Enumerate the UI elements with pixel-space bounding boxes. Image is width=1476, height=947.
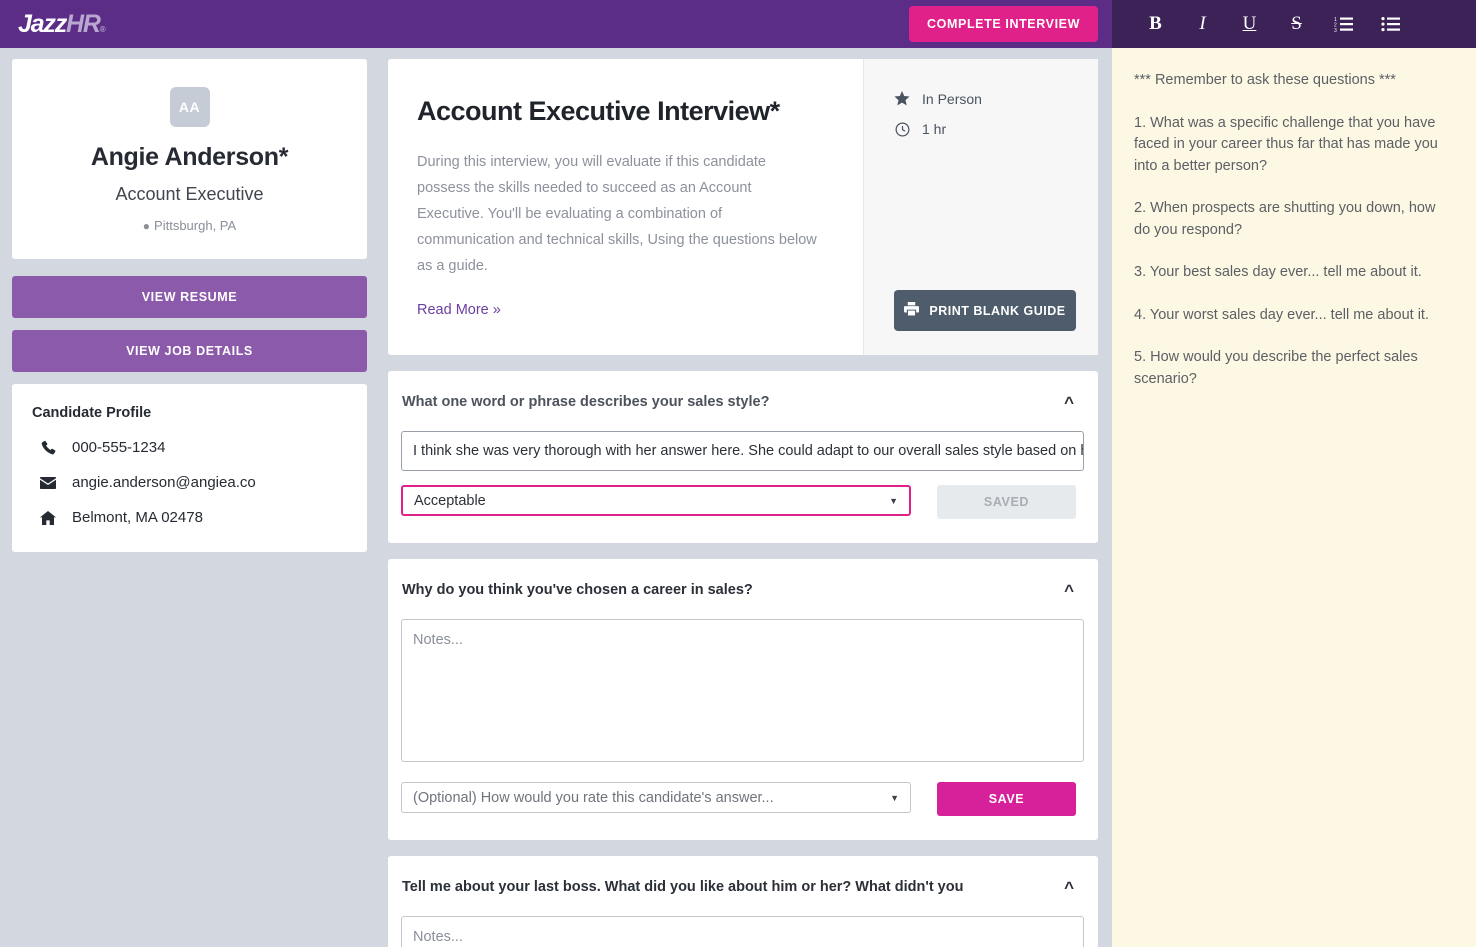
numbered-list-icon[interactable]: 1 2 3 [1320,0,1367,48]
meta-format-label: In Person [922,91,982,107]
chevron-up-icon[interactable]: ^ [1058,582,1080,599]
rating-select[interactable]: Acceptable ▼ [401,485,911,516]
rating-select[interactable]: (Optional) How would you rate this candi… [401,782,911,813]
jazzhr-logo[interactable]: JazzHR® [18,12,104,37]
interview-intro-panel: Account Executive Interview* During this… [388,59,1098,355]
avatar: AA [170,87,210,127]
candidate-location: ● Pittsburgh, PA [32,218,347,233]
interview-intro-left: Account Executive Interview* During this… [388,59,864,355]
answer-input[interactable]: I think she was very thorough with her a… [401,431,1084,471]
print-blank-guide-label: PRINT BLANK GUIDE [929,304,1065,318]
question-prompt: What one word or phrase describes your s… [402,394,769,410]
printer-icon [904,302,919,319]
question-header: Why do you think you've chosen a career … [401,582,1084,599]
bold-icon[interactable]: B [1132,0,1179,48]
interviewer-notes-panel[interactable]: *** Remember to ask these questions *** … [1112,48,1476,947]
candidate-contact-card: Candidate Profile 000-555-1234 angie.and… [12,384,367,552]
candidate-name: Angie Anderson* [32,143,347,172]
map-pin-icon: ● [143,219,150,233]
envelope-icon [38,477,58,489]
chevron-down-icon: ▼ [890,793,899,803]
candidate-profile-heading: Candidate Profile [32,405,347,421]
candidate-title: Account Executive [32,184,347,205]
question-card: Why do you think you've chosen a career … [388,559,1098,840]
note-line: 4. Your worst sales day ever... tell me … [1134,305,1450,327]
question-header: What one word or phrase describes your s… [401,394,1084,411]
contact-row-address: Belmont, MA 02478 [32,509,347,526]
note-line: *** Remember to ask these questions *** [1134,70,1450,92]
question-actions: Acceptable ▼ SAVED [401,485,1084,519]
complete-interview-button[interactable]: COMPLETE INTERVIEW [909,6,1098,42]
notes-textarea[interactable] [401,619,1084,762]
interview-main-column: Account Executive Interview* During this… [379,48,1112,947]
meta-duration-label: 1 hr [922,121,946,137]
view-job-details-button[interactable]: VIEW JOB DETAILS [12,330,367,372]
chevron-down-icon: ▼ [889,496,898,506]
page-body: AA Angie Anderson* Account Executive ● P… [0,48,1476,947]
notes-textarea[interactable] [401,916,1084,947]
note-line: 5. How would you describe the perfect sa… [1134,347,1450,390]
star-icon [894,91,910,107]
interview-meta-panel: In Person 1 hr PRINT BLANK GUIDE [864,59,1098,355]
logo-accent-text: HR [66,12,100,37]
italic-icon[interactable]: I [1179,0,1226,48]
app-root: JazzHR® COMPLETE INTERVIEW B I U S 1 2 3 [0,0,1476,947]
page-title: Account Executive Interview* [417,96,823,127]
editor-toolbar: B I U S 1 2 3 [1112,0,1476,48]
chevron-up-icon[interactable]: ^ [1058,394,1080,411]
question-card: What one word or phrase describes your s… [388,371,1098,543]
note-line: 2. When prospects are shutting you down,… [1134,198,1450,241]
view-resume-button[interactable]: VIEW RESUME [12,276,367,318]
question-actions: (Optional) How would you rate this candi… [401,782,1084,816]
saved-button[interactable]: SAVED [937,485,1076,519]
top-header: JazzHR® COMPLETE INTERVIEW B I U S 1 2 3 [0,0,1476,48]
bullet-list-icon[interactable] [1367,0,1414,48]
interview-description: During this interview, you will evaluate… [417,149,822,279]
print-blank-guide-button[interactable]: PRINT BLANK GUIDE [894,290,1076,331]
question-prompt: Tell me about your last boss. What did y… [402,879,963,895]
logo-main-text: Jazz [18,12,66,37]
read-more-link[interactable]: Read More » [417,302,501,318]
contact-address-value: Belmont, MA 02478 [72,509,203,526]
contact-phone-value: 000-555-1234 [72,439,165,456]
candidate-sidebar: AA Angie Anderson* Account Executive ● P… [0,48,379,947]
candidate-location-text: Pittsburgh, PA [154,218,236,233]
note-line: 3. Your best sales day ever... tell me a… [1134,262,1450,284]
meta-row-duration: 1 hr [894,121,1076,137]
home-icon [38,511,58,525]
rating-select-value: Acceptable [414,493,486,509]
contact-row-email: angie.anderson@angiea.co [32,474,347,491]
question-prompt: Why do you think you've chosen a career … [402,582,753,598]
strikethrough-icon[interactable]: S [1273,0,1320,48]
clock-icon [894,122,910,137]
chevron-up-icon[interactable]: ^ [1058,879,1080,896]
meta-row-format: In Person [894,91,1076,107]
question-card: Tell me about your last boss. What did y… [388,856,1098,947]
question-header: Tell me about your last boss. What did y… [401,879,1084,896]
logo-registered-mark: ® [100,26,105,34]
rating-select-value: (Optional) How would you rate this candi… [413,790,774,806]
phone-icon [38,440,58,455]
note-line: 1. What was a specific challenge that yo… [1134,113,1450,178]
save-button[interactable]: SAVE [937,782,1076,816]
contact-email-value: angie.anderson@angiea.co [72,474,256,491]
svg-text:3: 3 [1334,28,1337,32]
underline-icon[interactable]: U [1226,0,1273,48]
candidate-profile-card: AA Angie Anderson* Account Executive ● P… [12,59,367,259]
header-brand-bar: JazzHR® COMPLETE INTERVIEW [0,0,1112,48]
contact-row-phone: 000-555-1234 [32,439,347,456]
